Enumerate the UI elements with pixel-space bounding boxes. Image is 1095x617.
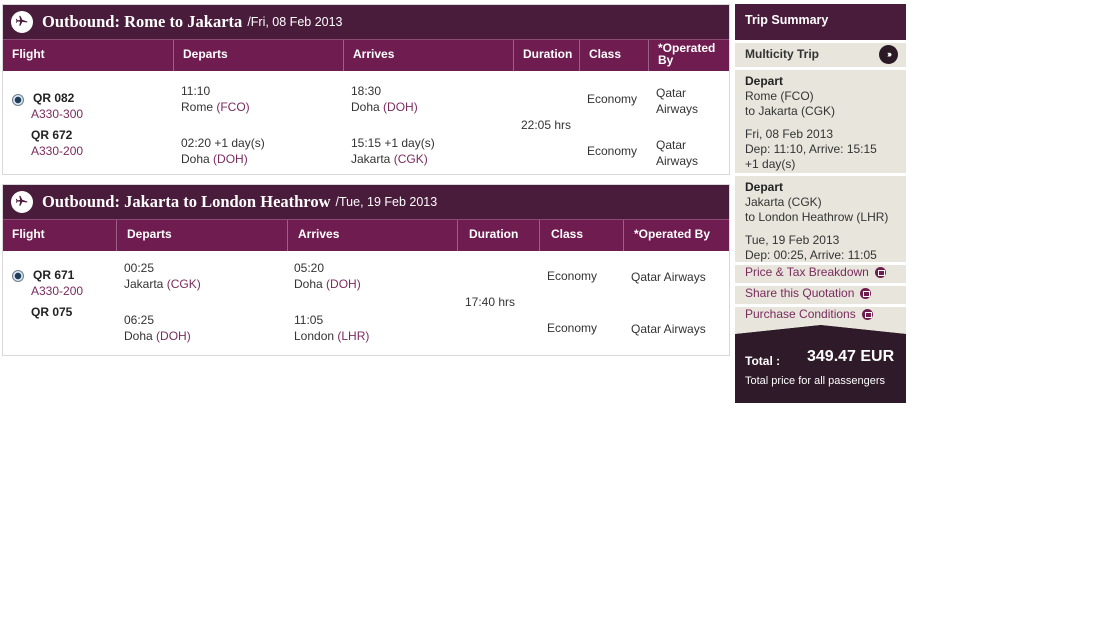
col-operated-by: *Operated By [648, 40, 730, 71]
plane-icon [11, 191, 33, 213]
col-flight: Flight [12, 227, 45, 241]
leg-date: Tue, 19 Feb 2013 [745, 233, 840, 247]
section-header: Outbound: Jakarta to London Heathrow /Tu… [3, 185, 729, 219]
depart-city: Doha (DOH) [124, 329, 191, 343]
leg-from: Rome (FCO) [745, 89, 814, 103]
leg-times: Dep: 11:10, Arrive: 15:15 [745, 142, 877, 156]
total-price-box: Total : 349.47 EUR Total price for all p… [735, 325, 906, 403]
trip-summary-title: Trip Summary [735, 4, 906, 40]
plane-icon [11, 11, 33, 33]
arrive-city: Doha (DOH) [294, 277, 361, 291]
leg-to: to Jakarta (CGK) [745, 104, 836, 118]
leg-label: Depart [745, 180, 784, 194]
depart-city: Rome (FCO) [181, 100, 250, 114]
arrive-time: 11:05 [294, 313, 324, 327]
travel-class: Economy [587, 92, 638, 106]
total-label: Total : [745, 354, 781, 368]
arrive-time: 05:20 [294, 261, 325, 275]
trip-summary-leg: Depart Rome (FCO) to Jakarta (CGK) Fri, … [735, 67, 906, 173]
col-operated-by: *Operated By [623, 220, 730, 251]
travel-class: Economy [547, 269, 598, 283]
travel-class: Economy [547, 321, 598, 335]
leg-date: Fri, 08 Feb 2013 [745, 127, 834, 141]
arrive-time: 15:15 +1 day(s) [351, 136, 435, 150]
depart-time: 00:25 [124, 261, 155, 275]
operated-by: Qatar Airways [656, 138, 699, 168]
price-tax-breakdown-link[interactable]: Price & Tax Breakdown [735, 262, 906, 283]
leg-to: to London Heathrow (LHR) [745, 210, 889, 224]
section-title: Outbound: Rome to Jakarta [42, 12, 243, 31]
total-value: 349.47 EUR [807, 348, 895, 365]
flight-number: QR 082 [33, 91, 75, 105]
trip-duration: 22:05 hrs [521, 118, 572, 132]
depart-city: Doha (DOH) [181, 152, 248, 166]
collapse-icon[interactable] [874, 266, 886, 278]
leg-from: Jakarta (CGK) [745, 195, 822, 209]
flight-option-row[interactable]: QR 671 A330-200 00:25 Jakarta (CGK) 05:2… [3, 251, 729, 355]
section-title: Outbound: Jakarta to London Heathrow [42, 192, 331, 211]
section-date: /Tue, 19 Feb 2013 [335, 195, 438, 209]
total-note: Total price for all passengers [745, 375, 886, 387]
section-header: Outbound: Rome to Jakarta /Fri, 08 Feb 2… [3, 5, 729, 39]
flight-number: QR 672 [31, 128, 73, 142]
aircraft-type: A330-200 [31, 284, 84, 298]
collapse-icon[interactable] [861, 308, 873, 320]
col-flight: Flight [12, 47, 45, 61]
flight-select-radio[interactable] [12, 94, 24, 106]
col-class: Class [539, 220, 623, 251]
col-duration: Duration [457, 220, 539, 251]
section-date: /Fri, 08 Feb 2013 [247, 15, 343, 29]
depart-time: 02:20 +1 day(s) [181, 136, 265, 150]
multicity-trip-row[interactable]: Multicity Trip ››› [735, 40, 906, 67]
col-arrives: Arrives [287, 220, 457, 251]
col-class: Class [579, 40, 648, 71]
arrows-right-icon[interactable]: ››› [879, 44, 898, 64]
depart-time: 06:25 [124, 313, 155, 327]
flight-number: QR 671 [33, 268, 75, 282]
link-label: Share this Quotation [745, 285, 855, 300]
col-departs: Departs [173, 40, 343, 71]
flight-option-row[interactable]: QR 082 A330-300 11:10 Rome (FCO) 18:30 D… [3, 71, 729, 175]
column-header-row: Flight Departs Arrives Duration Class *O… [3, 39, 729, 71]
arrive-time: 18:30 [351, 84, 382, 98]
share-quotation-link[interactable]: Share this Quotation [735, 283, 906, 304]
arrive-city: London (LHR) [294, 329, 370, 343]
collapse-icon[interactable] [860, 287, 872, 299]
trip-type-label: Multicity Trip [745, 46, 820, 61]
aircraft-type: A330-300 [31, 107, 84, 121]
col-arrives: Arrives [343, 40, 513, 71]
depart-city: Jakarta (CGK) [124, 277, 201, 291]
travel-class: Economy [587, 144, 638, 158]
arrive-city: Doha (DOH) [351, 100, 418, 114]
arrive-city: Jakarta (CGK) [351, 152, 428, 166]
leg-times: Dep: 00:25, Arrive: 11:05 [745, 248, 877, 262]
operated-by: Qatar Airways [631, 322, 706, 336]
depart-time: 11:10 [181, 84, 211, 98]
leg-label: Depart [745, 74, 784, 88]
link-label: Price & Tax Breakdown [745, 264, 869, 279]
notch-decoration [735, 325, 906, 334]
col-duration: Duration [513, 40, 579, 71]
flight-number: QR 075 [31, 305, 73, 319]
trip-duration: 17:40 hrs [465, 295, 516, 309]
col-departs: Departs [116, 220, 287, 251]
purchase-conditions-link[interactable]: Purchase Conditions [735, 304, 906, 325]
outbound-section-2: Outbound: Jakarta to London Heathrow /Tu… [2, 184, 730, 356]
outbound-section-1: Outbound: Rome to Jakarta /Fri, 08 Feb 2… [2, 4, 730, 175]
aircraft-type: A330-200 [31, 144, 84, 158]
leg-times-extra: +1 day(s) [745, 157, 796, 171]
trip-summary-panel: Trip Summary Multicity Trip ››› Depart R… [735, 4, 906, 403]
operated-by: Qatar Airways [631, 270, 706, 284]
link-label: Purchase Conditions [745, 306, 856, 321]
trip-summary-leg: Depart Jakarta (CGK) to London Heathrow … [735, 173, 906, 262]
operated-by: Qatar Airways [656, 86, 699, 116]
flight-select-radio[interactable] [12, 270, 24, 282]
column-header-row: Flight Departs Arrives Duration Class *O… [3, 219, 729, 251]
